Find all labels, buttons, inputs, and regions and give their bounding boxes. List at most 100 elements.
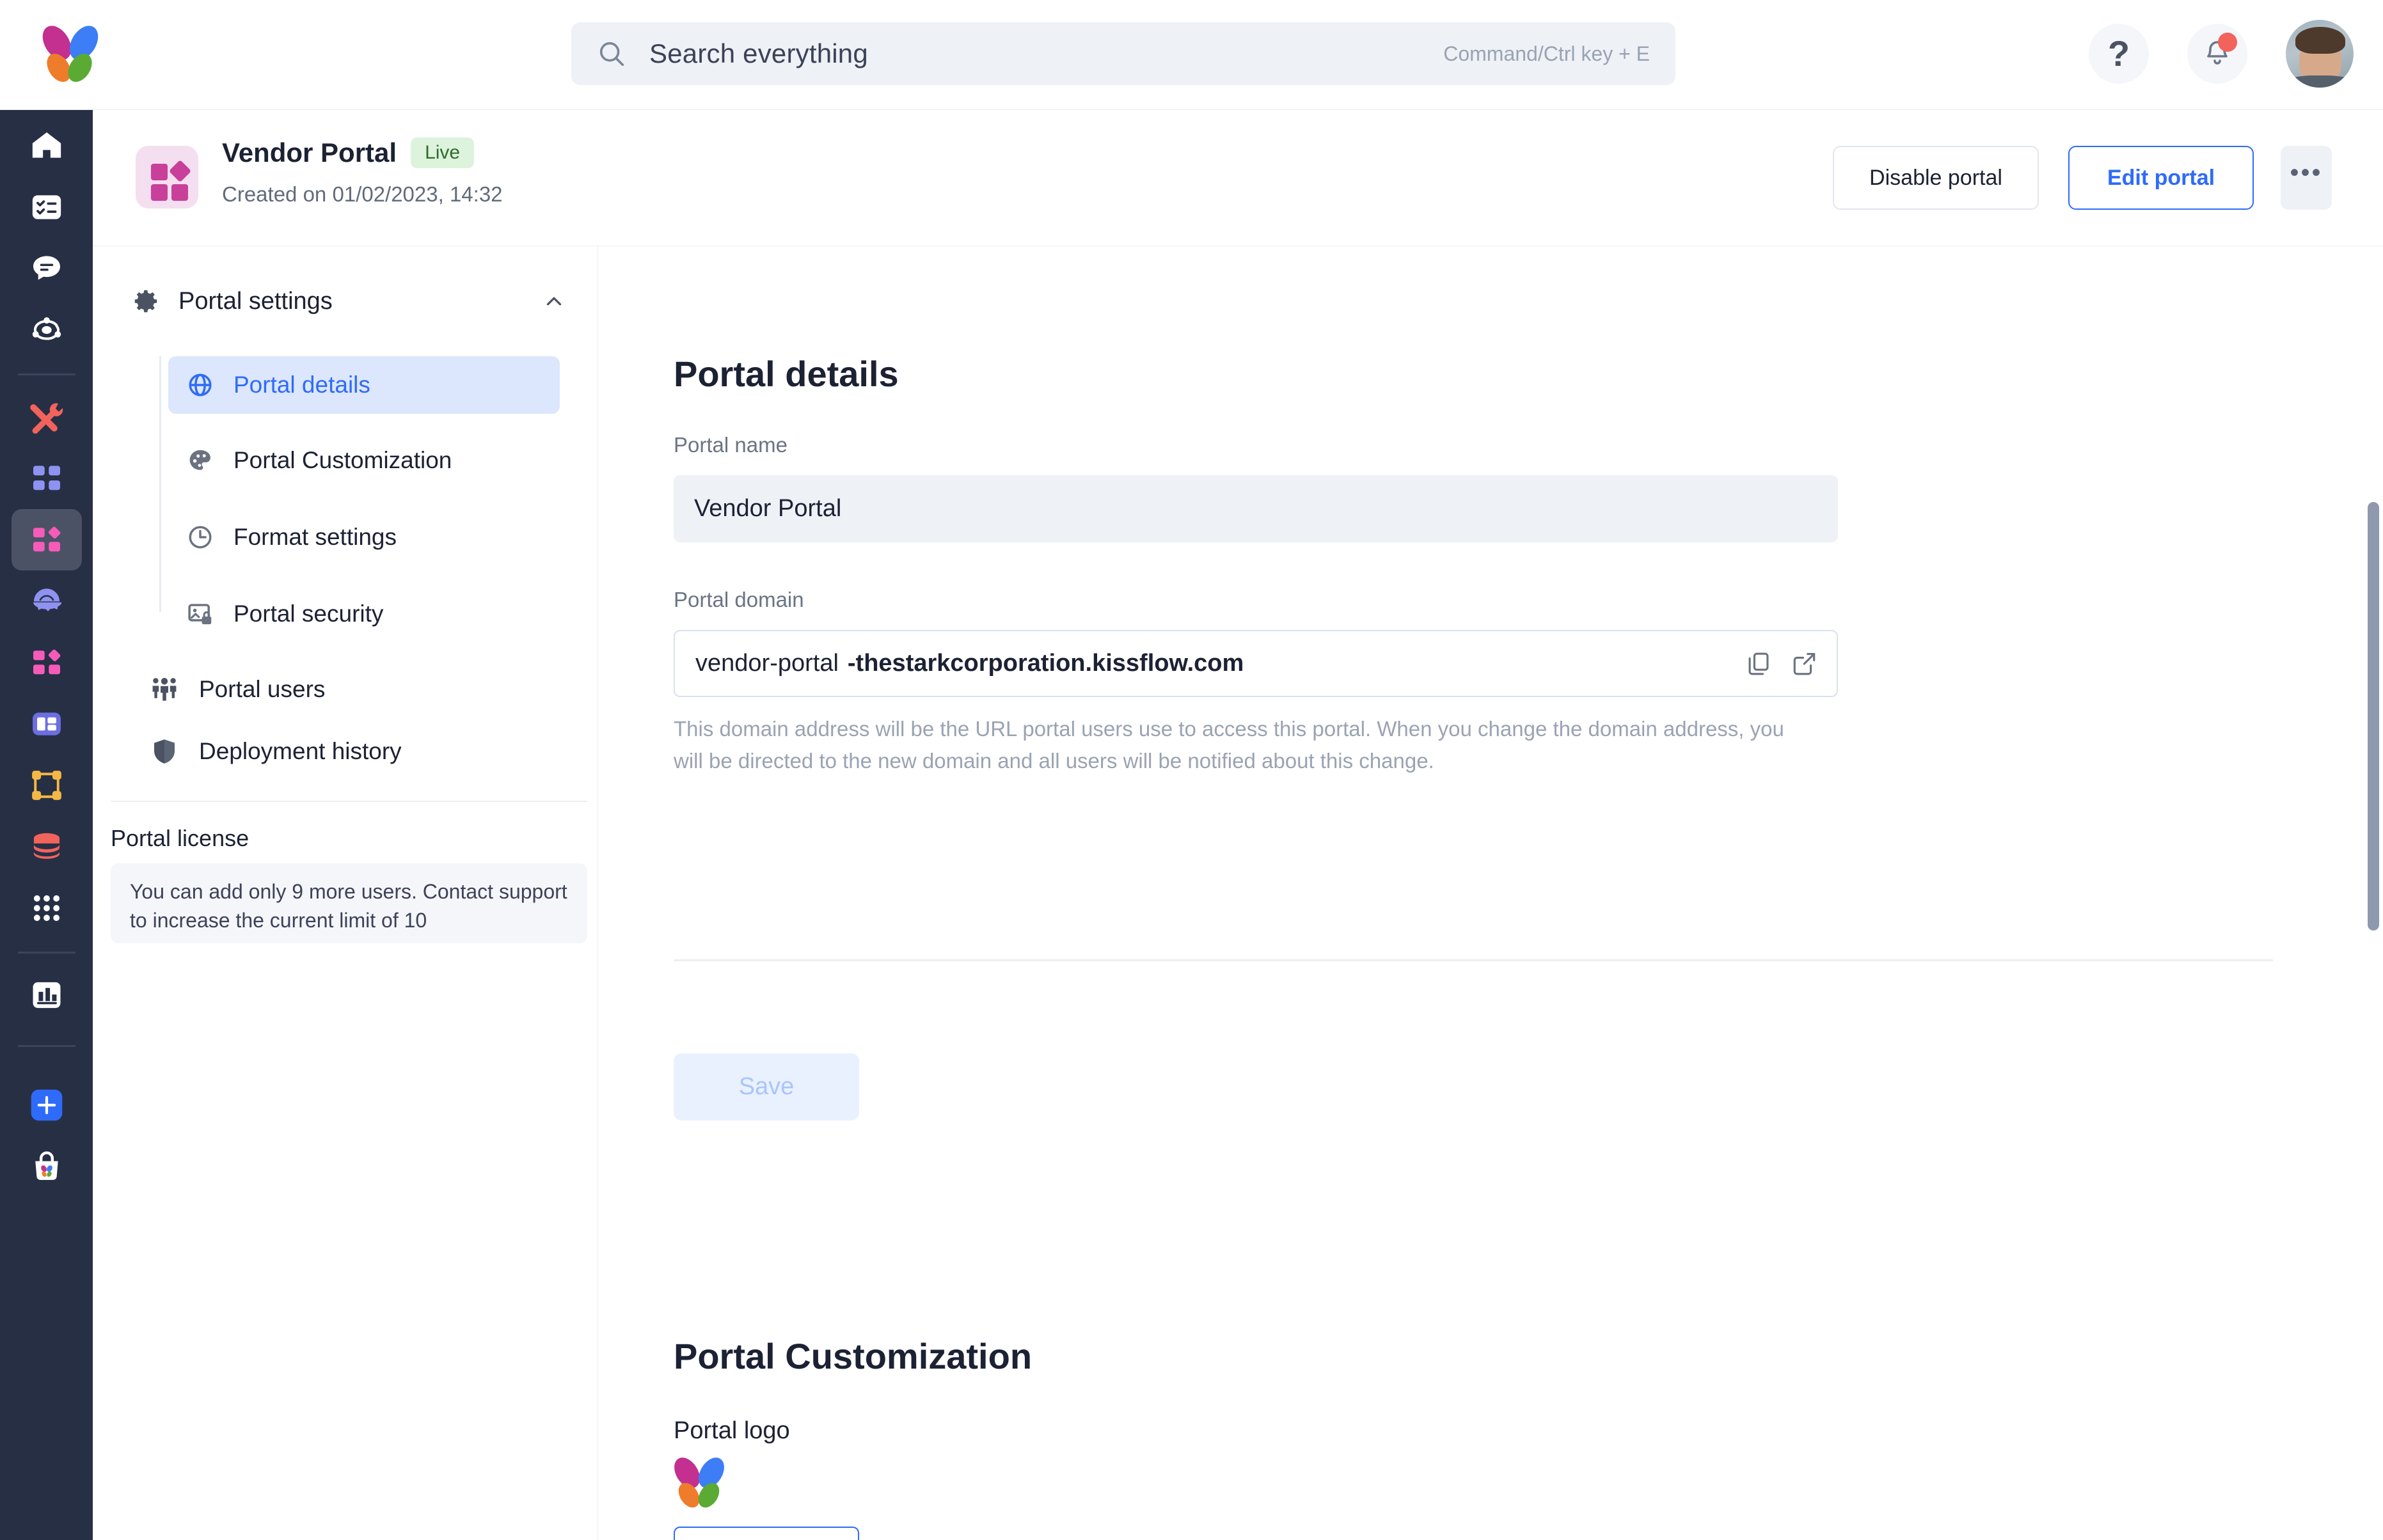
section-heading-portal-customization: Portal Customization	[674, 1336, 1033, 1376]
rail-item-tools[interactable]	[12, 386, 82, 448]
portal-shapes-icon	[33, 526, 61, 552]
palette-icon	[189, 450, 210, 470]
sidebar-divider	[111, 801, 587, 802]
rail-item-apps[interactable]	[12, 448, 82, 509]
rail-item-analytics[interactable]	[12, 964, 82, 1026]
rail-item-process[interactable]	[12, 755, 82, 816]
kissflow-butterfly-logo[interactable]	[36, 20, 104, 87]
shield-icon	[154, 739, 175, 764]
main-content: Portal details Portal name Vendor Portal…	[598, 246, 2383, 1540]
rail-item-create-new[interactable]	[12, 1074, 82, 1136]
rail-item-portals[interactable]	[12, 509, 82, 570]
settings-sidebar: Portal settings Portal details Portal Cu…	[93, 246, 598, 1540]
rail-item-tasks[interactable]	[12, 177, 82, 238]
avatar-hair	[2295, 26, 2346, 54]
rail-item-conversations[interactable]	[12, 238, 82, 299]
sidebar-item-portal-users[interactable]: Portal users	[131, 661, 560, 718]
notifications-button[interactable]	[2187, 24, 2247, 84]
portal-domain-label: Portal domain	[674, 588, 804, 611]
grid-squares-icon	[33, 466, 60, 491]
sidebar-section-portal-settings[interactable]: Portal settings	[131, 281, 566, 321]
copy-icon[interactable]	[1745, 650, 1773, 678]
rail-item-automation[interactable]	[12, 570, 82, 632]
help-button[interactable]: ?	[2089, 24, 2149, 84]
page-header-bar	[93, 110, 2383, 246]
rail-item-datasets[interactable]	[12, 816, 82, 877]
tools-icon	[30, 403, 63, 434]
sidebar-item-label: Portal Customization	[234, 447, 452, 473]
sidebar-item-portal-security[interactable]: Portal security	[168, 585, 560, 643]
rail-divider-2	[18, 952, 75, 954]
marketplace-bag-icon	[35, 1151, 58, 1180]
search-shortcut-hint: Command/Ctrl key + E	[1443, 42, 1650, 65]
rail-item-boards[interactable]	[12, 693, 82, 755]
rail-divider-3	[18, 1045, 75, 1047]
question-mark-icon: ?	[2107, 33, 2130, 74]
replace-logo-button[interactable]: Replace logo	[674, 1527, 859, 1540]
search-placeholder: Search everything	[649, 38, 868, 68]
edit-portal-button[interactable]: Edit portal	[2068, 146, 2254, 210]
portal-name-value: Vendor Portal	[694, 495, 842, 522]
top-bar: Search everything Command/Ctrl key + E ?	[0, 0, 2383, 110]
sidebar-item-label: Deployment history	[199, 738, 402, 764]
page-title: Vendor Portal	[222, 138, 397, 168]
flow-box-icon	[32, 771, 61, 800]
rail-item-integrations[interactable]	[12, 299, 82, 361]
disable-portal-button[interactable]: Disable portal	[1833, 146, 2039, 210]
portal-name-input[interactable]: Vendor Portal	[674, 475, 1838, 542]
scrollbar-track[interactable]	[2365, 246, 2383, 1540]
search-input[interactable]: Search everything Command/Ctrl key + E	[571, 22, 1675, 85]
rail-item-forms[interactable]	[12, 632, 82, 693]
avatar[interactable]	[2286, 20, 2354, 88]
screen-lock-icon	[188, 604, 212, 625]
task-list-icon	[32, 195, 61, 219]
sidebar-item-format-settings[interactable]: Format settings	[168, 508, 560, 566]
kissflow-butterfly-logo	[669, 1452, 731, 1512]
home-icon	[32, 132, 61, 158]
portal-license-title: Portal license	[111, 825, 249, 851]
sidebar-item-label: Format settings	[234, 524, 397, 550]
sidebar-item-label: Portal users	[199, 676, 326, 702]
portal-domain-help-text: This domain address will be the URL port…	[674, 717, 1784, 773]
created-timestamp: Created on 01/02/2023, 14:32	[222, 182, 503, 206]
chat-bubble-icon	[33, 256, 60, 280]
sidebar-item-portal-customization[interactable]: Portal Customization	[168, 432, 560, 489]
more-options-button[interactable]: •••	[2281, 146, 2332, 210]
sidebar-item-portal-details[interactable]: Portal details	[168, 356, 560, 414]
portal-shapes-icon	[136, 146, 198, 208]
plus-icon	[31, 1089, 63, 1121]
scrollbar-thumb[interactable]	[2368, 502, 2379, 931]
database-icon	[33, 833, 60, 859]
save-button[interactable]: Save	[674, 1053, 859, 1120]
rail-item-home[interactable]	[12, 115, 82, 177]
portal-domain-input[interactable]: vendor-portal -thestarkcorporation.kissf…	[674, 630, 1838, 697]
gear-icon	[134, 290, 157, 313]
portal-icon-square-a	[151, 164, 168, 180]
gear-dome-icon	[33, 588, 62, 611]
search-icon	[599, 42, 624, 67]
rail-item-all-apps[interactable]	[12, 877, 82, 939]
portal-license-message: You can add only 9 more users. Contact s…	[111, 863, 587, 943]
portal-name-label: Portal name	[674, 433, 788, 457]
external-link-icon[interactable]	[1791, 650, 1819, 678]
portal-icon-square-c	[171, 184, 188, 201]
avatar-shirt	[2290, 75, 2350, 88]
layout-panels-icon	[33, 712, 61, 735]
section-heading-portal-details: Portal details	[674, 354, 899, 394]
rail-item-marketplace[interactable]	[12, 1136, 82, 1197]
rail-divider-1	[18, 373, 75, 375]
app-rail	[0, 110, 93, 1540]
sidebar-item-label: Portal security	[234, 601, 384, 627]
clock-icon	[189, 526, 212, 549]
subnav-vertical-rule	[159, 356, 161, 612]
portal-icon-square-b	[151, 184, 168, 201]
bar-chart-icon	[33, 982, 61, 1009]
nine-dot-grid-icon	[33, 895, 60, 922]
sidebar-item-deployment-history[interactable]: Deployment history	[131, 723, 560, 780]
portal-icon-diamond	[168, 159, 192, 183]
portal-domain-subdomain: vendor-portal	[695, 650, 839, 677]
globe-icon	[189, 373, 212, 397]
status-badge: Live	[411, 138, 475, 168]
portal-domain-suffix: -thestarkcorporation.kissflow.com	[847, 650, 1244, 677]
notification-badge-dot	[2218, 33, 2237, 52]
